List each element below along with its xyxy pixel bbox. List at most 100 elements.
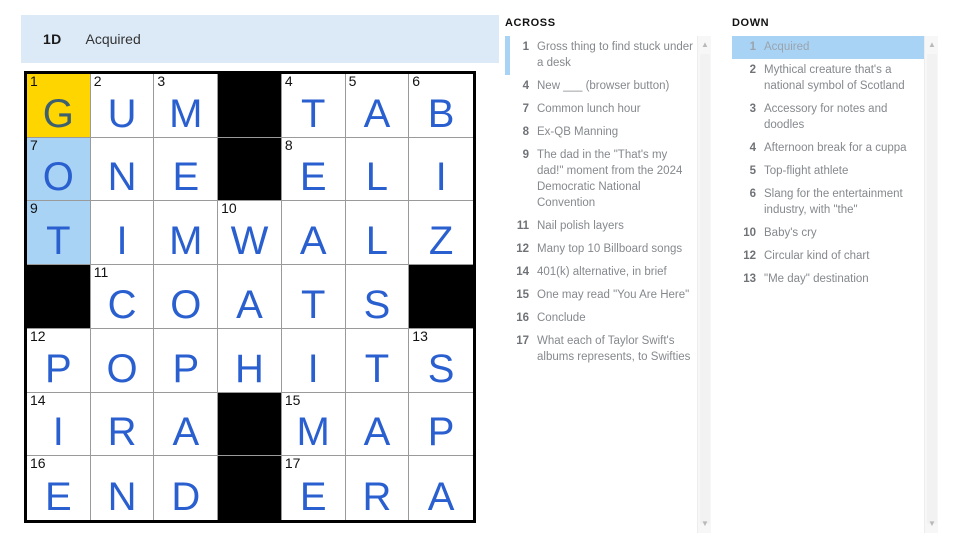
grid-cell[interactable]: I <box>90 201 155 266</box>
grid-cell[interactable]: O <box>154 265 219 329</box>
clue-text: Circular kind of chart <box>764 250 870 262</box>
across-scrollbar[interactable]: ▲ ▼ <box>697 36 711 533</box>
current-clue-text: Acquired <box>85 31 141 47</box>
clue-item-down-1[interactable]: 1 Acquired <box>732 36 927 59</box>
clue-text: Mythical creature that's a national symb… <box>764 64 905 92</box>
grid-cell[interactable]: A <box>154 392 219 457</box>
grid-cell[interactable]: A <box>345 392 410 457</box>
cell-letter: M <box>169 91 203 136</box>
grid-cell[interactable]: 17 E <box>281 456 346 520</box>
clue-number: 12 <box>516 243 529 255</box>
grid-cell[interactable]: 7O <box>27 137 91 202</box>
grid-cell[interactable]: 12 P <box>27 328 91 393</box>
grid-cell[interactable]: 11 C <box>90 265 155 329</box>
grid-cell[interactable]: 14 I <box>27 392 91 457</box>
scroll-down-icon[interactable]: ▼ <box>925 517 939 531</box>
cell-letter: S <box>363 282 391 327</box>
clue-number: 13 <box>743 273 756 285</box>
grid-cell[interactable]: 4T <box>281 74 346 138</box>
scrollbar-thumb[interactable] <box>927 54 937 524</box>
grid-cell[interactable]: 15 M <box>281 392 346 457</box>
grid-cell[interactable]: S <box>345 265 410 329</box>
grid-cell[interactable]: A <box>409 456 473 520</box>
clue-item-across-4[interactable]: 4 New ___ (browser button) <box>505 75 700 98</box>
grid-cell[interactable]: A <box>218 265 282 329</box>
clue-item-across-8[interactable]: 8 Ex-QB Manning <box>505 121 700 144</box>
clue-item-down-5[interactable]: 5 Top-flight athlete <box>732 160 927 183</box>
clue-item-across-15[interactable]: 15 One may read "You Are Here" <box>505 284 700 307</box>
cell-number: 13 <box>412 328 428 344</box>
grid-cell[interactable]: 8E <box>281 137 346 202</box>
crossword-grid[interactable]: 1 G 2 U 3 M 4 T 5 A 6 B 7 O N E 8 E L I 9 T I M 10 W A L Z 11 C O A T S 12 P… <box>27 74 473 520</box>
grid-cell[interactable]: P <box>409 392 473 457</box>
grid-cell[interactable]: 16 E <box>27 456 91 520</box>
grid-cell[interactable]: E <box>154 137 219 202</box>
cell-letter: R <box>107 410 137 455</box>
grid-cell[interactable]: T <box>345 328 410 393</box>
across-clues-column: ACROSS 1 Gross thing to find stuck under … <box>505 0 717 559</box>
down-clue-list[interactable]: 1 Acquired 2 Mythical creature that's a nat… <box>732 36 944 533</box>
cell-number: 11 <box>93 265 109 281</box>
clue-item-across-16[interactable]: 16 Conclude <box>505 307 700 330</box>
scrollbar-thumb[interactable] <box>700 54 710 524</box>
grid-cell[interactable]: 1G <box>27 74 91 138</box>
grid-cell[interactable]: 6B <box>409 74 473 138</box>
clue-item-across-11[interactable]: 11 Nail polish layers <box>505 215 700 238</box>
across-clue-list[interactable]: 1 Gross thing to find stuck under a desk 4… <box>505 36 717 533</box>
clue-item-down-4[interactable]: 4 Afternoon break for a cuppa <box>732 137 927 160</box>
grid-cell[interactable]: A <box>281 201 346 266</box>
grid-cell[interactable]: O <box>90 328 155 393</box>
clue-item-down-6[interactable]: 6 Slang for the entertainment industry, w… <box>732 183 927 222</box>
grid-cell[interactable]: 5A <box>345 74 410 138</box>
current-clue-number: 1D <box>43 31 62 47</box>
grid-cell[interactable]: M <box>154 201 219 266</box>
clue-item-down-3[interactable]: 3 Accessory for notes and doodles <box>732 98 927 137</box>
crossword-grid-container: 1 G 2 U 3 M 4 T 5 A 6 B 7 O N E 8 E L I 9 T I M 10 W A L Z 11 C O A T S 12 P… <box>24 71 476 523</box>
scroll-down-icon[interactable]: ▼ <box>698 517 712 531</box>
clue-text: Nail polish layers <box>537 220 624 232</box>
grid-cell[interactable]: R <box>90 392 155 457</box>
clue-number: 5 <box>749 165 756 177</box>
clue-item-down-12[interactable]: 12 Circular kind of chart <box>732 245 927 268</box>
grid-cell[interactable]: Z <box>409 201 473 266</box>
grid-cell[interactable]: T <box>281 265 346 329</box>
grid-cell[interactable]: P <box>154 328 219 393</box>
scroll-up-icon[interactable]: ▲ <box>925 38 939 52</box>
cell-letter: R <box>362 475 392 519</box>
clue-item-down-13[interactable]: 13 "Me day" destination <box>732 268 927 291</box>
clue-item-across-12[interactable]: 12 Many top 10 Billboard songs <box>505 238 700 261</box>
clue-item-across-9[interactable]: 9 The dad in the "That's my dad!" moment … <box>505 144 700 215</box>
down-scrollbar[interactable]: ▲ ▼ <box>924 36 938 533</box>
grid-cell[interactable]: L <box>345 201 410 266</box>
grid-cell[interactable]: N <box>90 456 155 520</box>
grid-cell[interactable]: 3M <box>154 74 219 138</box>
clue-item-across-7[interactable]: 7 Common lunch hour <box>505 98 700 121</box>
clue-text: Conclude <box>537 312 586 324</box>
clue-item-across-17[interactable]: 17 What each of Taylor Swift's albums rep… <box>505 330 700 369</box>
grid-cell[interactable]: 10 W <box>218 201 282 266</box>
clue-number: 2 <box>749 64 756 76</box>
grid-cell[interactable]: I <box>281 328 346 393</box>
clue-text: Baby's cry <box>764 227 817 239</box>
grid-cell[interactable]: D <box>154 456 219 520</box>
clue-text: One may read "You Are Here" <box>537 289 690 301</box>
scroll-up-icon[interactable]: ▲ <box>698 38 712 52</box>
clue-item-across-14[interactable]: 14 401(k) alternative, in brief <box>505 261 700 284</box>
current-clue-bar[interactable]: 1D Acquired <box>21 15 499 63</box>
grid-cell[interactable]: H <box>218 328 282 393</box>
clue-item-down-2[interactable]: 2 Mythical creature that's a national sym… <box>732 59 927 98</box>
grid-cell[interactable]: 9T <box>27 201 91 266</box>
cell-number: 1 <box>30 74 38 89</box>
grid-cell[interactable]: 2U <box>90 74 155 138</box>
clue-item-down-10[interactable]: 10 Baby's cry <box>732 222 927 245</box>
grid-cell[interactable]: 13 S <box>409 328 473 393</box>
grid-cell[interactable]: N <box>90 137 155 202</box>
cell-number: 17 <box>284 456 301 472</box>
grid-cell[interactable]: R <box>345 456 410 520</box>
cell-letter: T <box>46 219 71 264</box>
grid-cell[interactable]: I <box>409 137 473 202</box>
grid-cell[interactable]: L <box>345 137 410 202</box>
grid-block <box>409 265 473 329</box>
clue-item-across-1[interactable]: 1 Gross thing to find stuck under a desk <box>505 36 700 75</box>
cell-number: 2 <box>93 74 102 89</box>
